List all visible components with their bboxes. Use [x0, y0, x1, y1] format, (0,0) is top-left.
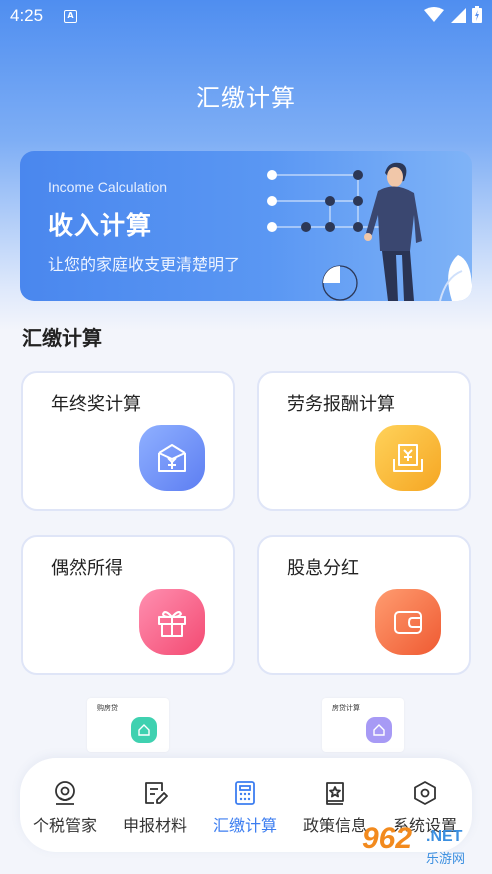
card-label: 股息分红 — [287, 558, 359, 579]
notification-icon: A — [64, 10, 77, 23]
signal-icon — [451, 7, 466, 23]
dividend-card[interactable]: 股息分红 — [257, 535, 471, 675]
tab-label: 汇缴计算 — [212, 816, 277, 835]
tab-label: 申报材料 — [122, 816, 187, 835]
income-calculation-banner[interactable]: Income Calculation 收入计算 让您的家庭收支更清楚明了 — [20, 151, 472, 301]
wifi-icon — [424, 6, 444, 22]
card-label: 劳务报酬计算 — [287, 394, 395, 415]
house-icon — [366, 717, 392, 743]
occasional-income-card[interactable]: 偶然所得 — [21, 535, 235, 675]
labor-remuneration-card[interactable]: 劳务报酬计算 — [257, 371, 471, 511]
status-icons — [424, 6, 482, 23]
gift-icon — [139, 589, 205, 655]
tax-manager-icon — [55, 781, 75, 805]
mortgage-calc-card[interactable]: 房贷计算 — [322, 698, 404, 752]
year-end-bonus-card[interactable]: 年终奖计算 — [21, 371, 235, 511]
watermark-suffix: .NET — [426, 828, 463, 845]
page-title: 汇缴计算 — [196, 84, 296, 112]
settings-hexagon-icon — [414, 781, 436, 805]
envelope-yen-icon — [139, 425, 205, 491]
wallet-icon — [375, 589, 441, 655]
tab-label: 个税管家 — [32, 816, 97, 835]
document-yen-icon — [375, 425, 441, 491]
tab-declaration-materials[interactable]: 申报材料 — [110, 780, 200, 836]
banner-title: 收入计算 — [48, 211, 153, 240]
status-bar: 4:25 A — [0, 0, 492, 34]
mini-card-label: 房贷计算 — [332, 704, 360, 712]
tab-tax-manager[interactable]: 个税管家 — [20, 780, 110, 836]
businessman-illustration — [267, 162, 472, 301]
document-edit-icon — [145, 782, 168, 804]
policy-book-icon — [326, 782, 344, 805]
card-label: 年终奖计算 — [51, 394, 141, 415]
calculator-icon — [235, 781, 255, 805]
watermark-number: 962 — [362, 822, 413, 855]
banner-description: 让您的家庭收支更清楚明了 — [48, 255, 241, 274]
tab-settlement-calc[interactable]: 汇缴计算 — [200, 780, 290, 836]
section-title: 汇缴计算 — [22, 326, 102, 350]
home-loan-card[interactable]: 购房贷 — [87, 698, 169, 752]
banner-subtitle-en: Income Calculation — [48, 179, 168, 195]
battery-icon — [472, 6, 482, 23]
house-icon — [131, 717, 157, 743]
watermark-text: 乐游网 — [426, 852, 466, 867]
card-label: 偶然所得 — [51, 558, 123, 579]
mini-card-label: 购房贷 — [97, 704, 118, 712]
status-time: 4:25 — [10, 6, 44, 25]
site-watermark: 962 .NET 乐游网 — [350, 822, 490, 872]
